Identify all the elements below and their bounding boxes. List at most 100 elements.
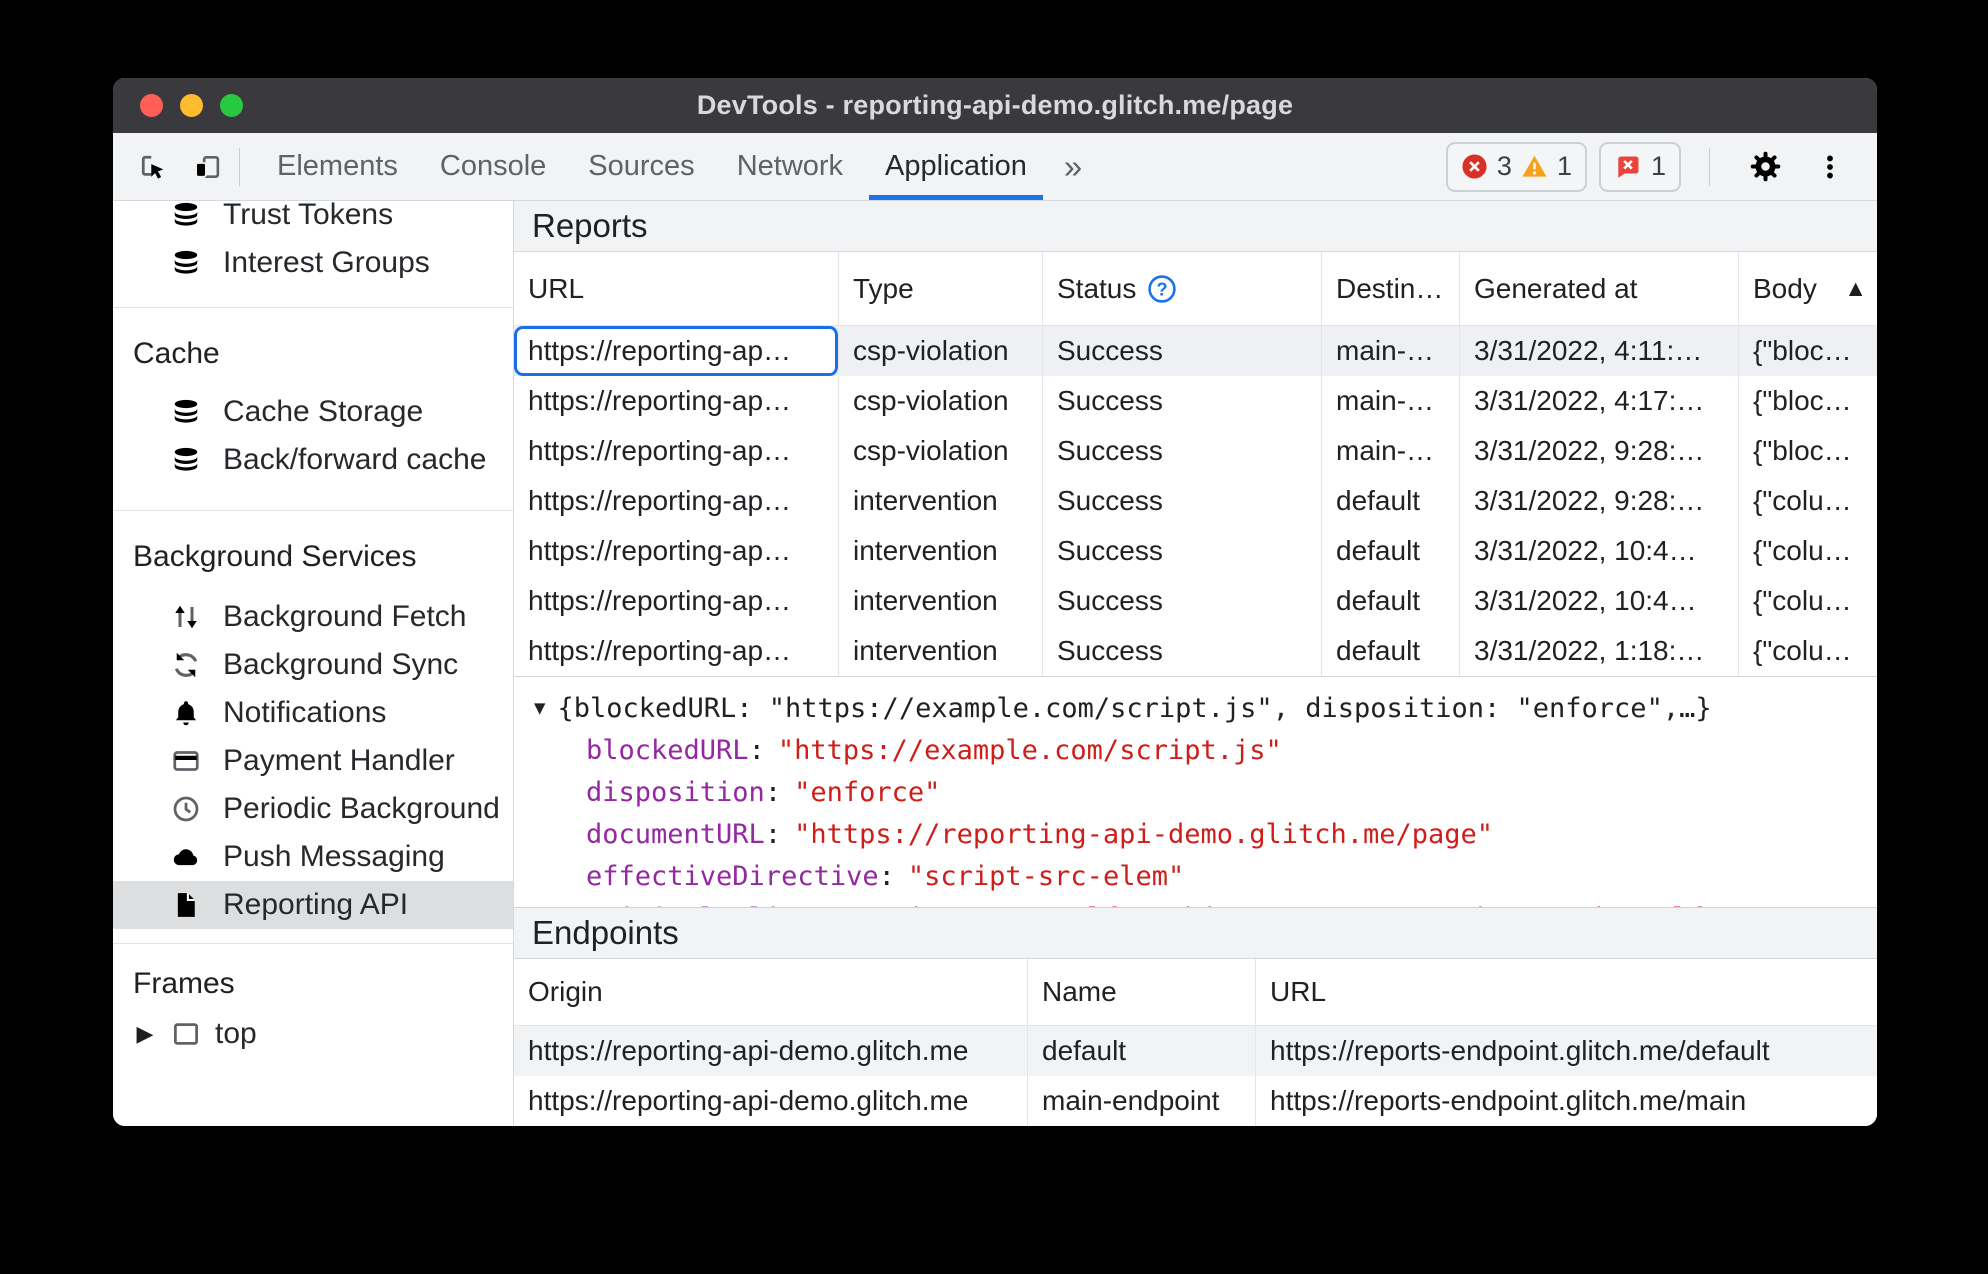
sidebar-item-background-fetch[interactable]: Background Fetch: [113, 593, 513, 641]
sidebar-section-frames: Frames: [133, 967, 235, 1000]
tab-application[interactable]: Application: [864, 133, 1048, 200]
settings-button[interactable]: [1738, 149, 1793, 184]
report-property-clipped: originalPolicy:"script-src 'self'; objec…: [534, 897, 1877, 908]
column-header-type[interactable]: Type: [839, 252, 1043, 325]
window-title: DevTools - reporting-api-demo.glitch.me/…: [696, 90, 1294, 120]
sidebar-section-cache: Cache: [133, 337, 220, 370]
toolbar-divider: [239, 147, 240, 186]
close-window-button[interactable]: [140, 94, 163, 117]
reports-table-header: URL Type Status Destin… Generated at Bod…: [514, 252, 1877, 326]
reports-section-title: Reports: [514, 201, 1877, 252]
column-header-body[interactable]: Body ▲: [1739, 252, 1877, 325]
report-property: blockedURL: "https://example.com/script.j…: [586, 734, 1282, 766]
sidebar-item-background-sync[interactable]: Background Sync: [113, 641, 513, 689]
background-sync-icon: [171, 650, 201, 680]
sidebar-item-payment-handler[interactable]: Payment Handler: [113, 737, 513, 785]
report-property: effectiveDirective: "script-src-elem": [586, 860, 1185, 892]
background-fetch-icon: [171, 602, 201, 632]
issue-count: 1: [1650, 151, 1666, 181]
inspect-element-icon[interactable]: [137, 151, 169, 183]
issues-badge[interactable]: 1: [1598, 141, 1681, 192]
database-icon: [171, 248, 201, 278]
frame-icon: [171, 1019, 201, 1049]
application-sidebar: Trust Tokens Interest Groups Cache Cache…: [113, 201, 514, 1126]
column-header-name[interactable]: Name: [1028, 959, 1256, 1025]
report-body-detail: ▼ {blockedURL: "https://example.com/scri…: [514, 677, 1877, 908]
console-summary-badge[interactable]: 3 1: [1445, 141, 1587, 192]
warning-icon: [1521, 153, 1548, 180]
sidebar-item-reporting-api[interactable]: Reporting API: [113, 881, 513, 929]
gear-icon: [1748, 149, 1783, 184]
report-row[interactable]: https://reporting-ap… csp-violation Succ…: [514, 426, 1877, 476]
endpoint-row: https://reporting-api-demo.glitch.me def…: [514, 1026, 1877, 1076]
toolbar-divider: [1709, 147, 1710, 186]
expand-triangle-icon[interactable]: ▼: [534, 697, 545, 719]
kebab-menu-icon: [1815, 152, 1845, 182]
sidebar-section-background-services: Background Services: [133, 540, 417, 573]
sidebar-item-frame-top[interactable]: ▶ top: [113, 1010, 513, 1058]
column-header-generated-at[interactable]: Generated at: [1460, 252, 1739, 325]
traffic-lights: [140, 94, 243, 117]
report-row[interactable]: https://reporting-ap… intervention Succe…: [514, 576, 1877, 626]
column-header-url[interactable]: URL: [514, 252, 839, 325]
notifications-icon: [171, 698, 201, 728]
reports-table-body: https://reporting-ap… csp-violation Succ…: [514, 326, 1877, 677]
report-property: disposition: "enforce": [586, 776, 941, 808]
database-icon: [171, 445, 201, 475]
sort-ascending-icon: ▲: [1844, 275, 1867, 301]
error-count: 3: [1496, 151, 1512, 181]
sidebar-section-divider: [113, 510, 513, 511]
tab-sources[interactable]: Sources: [567, 133, 715, 200]
collapse-triangle-icon[interactable]: ▶: [133, 1021, 157, 1047]
report-row[interactable]: https://reporting-ap… intervention Succe…: [514, 626, 1877, 676]
column-header-destination[interactable]: Destin…: [1322, 252, 1460, 325]
payment-handler-icon: [171, 746, 201, 776]
sidebar-item-push-messaging[interactable]: Push Messaging: [113, 833, 513, 881]
endpoints-table-header: Origin Name URL: [514, 959, 1877, 1026]
more-tabs-icon[interactable]: »: [1048, 133, 1098, 200]
reporting-api-panel: Reports URL Type Status Destin… Generate…: [514, 201, 1877, 1126]
sidebar-item-interest-groups[interactable]: Interest Groups: [113, 239, 513, 287]
sidebar-section-divider: [113, 307, 513, 308]
error-icon: [1461, 153, 1488, 180]
minimize-window-button[interactable]: [180, 94, 203, 117]
report-row[interactable]: https://reporting-ap… intervention Succe…: [514, 526, 1877, 576]
report-property: documentURL: "https://reporting-api-demo.…: [586, 818, 1494, 850]
periodic-background-icon: [171, 794, 201, 824]
devtools-window: DevTools - reporting-api-demo.glitch.me/…: [113, 78, 1877, 1126]
endpoint-row: https://reporting-api-demo.glitch.me mai…: [514, 1076, 1877, 1126]
tab-console[interactable]: Console: [419, 133, 567, 200]
column-header-origin[interactable]: Origin: [514, 959, 1028, 1025]
sidebar-item-back-forward-cache[interactable]: Back/forward cache: [113, 436, 513, 484]
database-icon: [171, 397, 201, 427]
database-icon: [171, 201, 201, 230]
endpoints-table-body: https://reporting-api-demo.glitch.me def…: [514, 1026, 1877, 1126]
tab-elements[interactable]: Elements: [256, 133, 419, 200]
panel-tabs: Elements Console Sources Network Applica…: [256, 133, 1048, 200]
push-messaging-icon: [171, 842, 201, 872]
sidebar-item-cache-storage[interactable]: Cache Storage: [113, 388, 513, 436]
report-row[interactable]: https://reporting-ap… csp-violation Succ…: [514, 326, 1877, 376]
tab-network[interactable]: Network: [716, 133, 864, 200]
endpoints-section-title: Endpoints: [514, 908, 1877, 959]
reporting-api-icon: [171, 890, 201, 920]
main-menu-button[interactable]: [1805, 152, 1855, 182]
report-row[interactable]: https://reporting-ap… csp-violation Succ…: [514, 376, 1877, 426]
device-toolbar-icon[interactable]: [191, 151, 223, 183]
title-bar: DevTools - reporting-api-demo.glitch.me/…: [113, 78, 1877, 133]
column-header-status[interactable]: Status: [1043, 252, 1322, 325]
report-body-preview: {blockedURL: "https://example.com/script…: [557, 692, 1712, 724]
sidebar-item-trust-tokens[interactable]: Trust Tokens: [113, 201, 513, 239]
sidebar-item-notifications[interactable]: Notifications: [113, 689, 513, 737]
sidebar-section-divider: [113, 943, 513, 944]
report-row[interactable]: https://reporting-ap… intervention Succe…: [514, 476, 1877, 526]
report-body-preview-row[interactable]: ▼ {blockedURL: "https://example.com/scri…: [534, 687, 1877, 729]
sidebar-item-periodic-background[interactable]: Periodic Background: [113, 785, 513, 833]
warning-count: 1: [1556, 151, 1572, 181]
zoom-window-button[interactable]: [220, 94, 243, 117]
help-icon[interactable]: [1147, 274, 1177, 304]
devtools-toolbar: Elements Console Sources Network Applica…: [113, 133, 1877, 201]
column-header-endpoint-url[interactable]: URL: [1256, 959, 1877, 1025]
issues-icon: [1614, 153, 1642, 181]
report-url-cell: https://reporting-ap…: [514, 326, 839, 376]
